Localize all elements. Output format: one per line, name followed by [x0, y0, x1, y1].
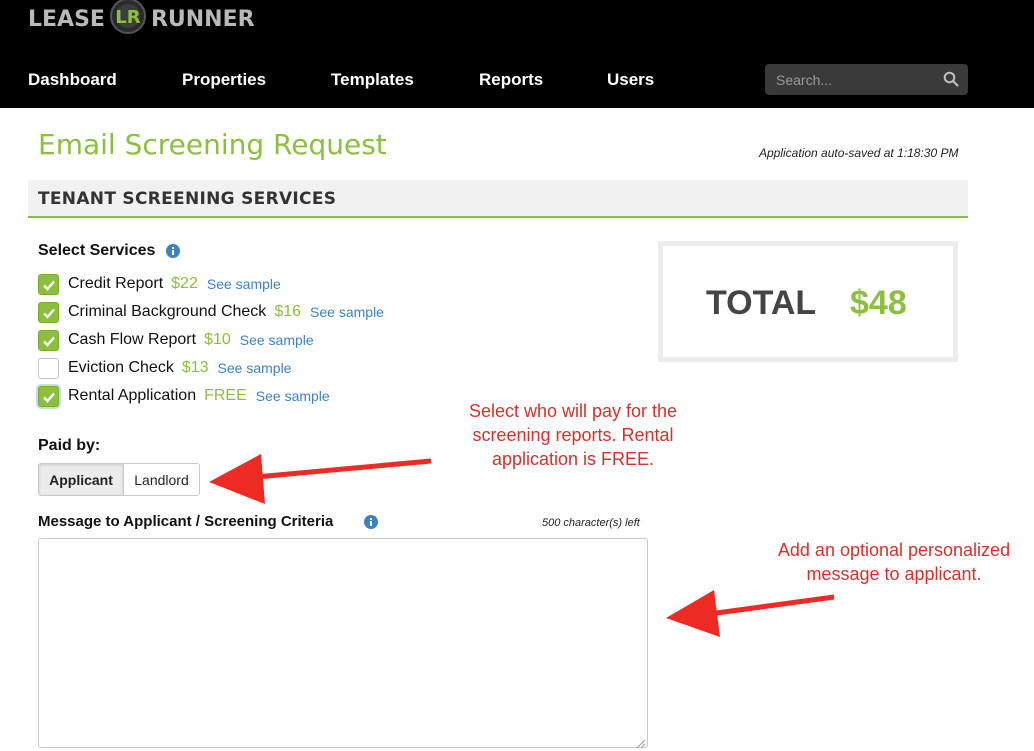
see-sample-link[interactable]: See sample — [256, 388, 330, 404]
message-textarea[interactable] — [38, 538, 648, 748]
top-navigation-bar: LEASE LR RUNNER Dashboard Properties Tem… — [0, 0, 1034, 108]
arrow-to-paid-by-icon — [209, 454, 432, 504]
nav-users[interactable]: Users — [607, 70, 654, 90]
service-name: Cash Flow Report — [68, 331, 197, 348]
annotation-line: message to applicant. — [806, 564, 982, 584]
service-price: $13 — [181, 359, 209, 376]
logo-text-runner: RUNNER — [150, 6, 255, 32]
leaserunner-logo[interactable]: LEASE LR RUNNER — [28, 0, 255, 38]
paid-by-applicant-button[interactable]: Applicant — [39, 464, 124, 495]
cash-flow-checkbox[interactable] — [38, 329, 59, 351]
search-box — [765, 64, 968, 95]
annotation-line: application is FREE. — [491, 449, 655, 469]
rental-application-checkbox[interactable] — [38, 385, 59, 407]
nav-dashboard[interactable]: Dashboard — [28, 70, 117, 90]
service-name: Criminal Background Check — [68, 303, 267, 320]
credit-report-checkbox[interactable] — [38, 273, 59, 295]
info-icon[interactable] — [166, 244, 180, 258]
paid-by-annotation: Select who will pay for the screening re… — [440, 399, 706, 471]
paid-by-toggle: Applicant Landlord — [38, 463, 200, 496]
see-sample-link[interactable]: See sample — [218, 360, 292, 376]
see-sample-link[interactable]: See sample — [207, 276, 281, 292]
annotation-line: Add an optional personalized — [777, 540, 1011, 560]
service-price: $16 — [274, 303, 302, 320]
nav-reports[interactable]: Reports — [479, 70, 543, 90]
criminal-background-checkbox[interactable] — [38, 301, 59, 323]
service-row-rental-application: Rental Application FREE See sample — [38, 385, 330, 407]
paid-by-landlord-button[interactable]: Landlord — [124, 464, 199, 495]
search-icon[interactable] — [943, 71, 959, 87]
service-row-cash-flow: Cash Flow Report $10 See sample — [38, 329, 314, 351]
arrow-to-message-icon — [666, 590, 835, 637]
paid-by-label: Paid by: — [38, 437, 101, 454]
service-name: Rental Application — [68, 387, 197, 404]
logo-badge-letters: LR — [115, 7, 140, 28]
logo-text-lease: LEASE — [28, 6, 105, 32]
service-row-eviction-check: Eviction Check $13 See sample — [38, 357, 291, 379]
service-name: Credit Report — [68, 275, 164, 292]
annotation-line: screening reports. Rental — [472, 425, 674, 445]
search-input[interactable] — [765, 64, 935, 95]
service-price: FREE — [204, 387, 247, 404]
service-name: Eviction Check — [68, 359, 174, 376]
total-panel: TOTAL $48 — [658, 241, 958, 362]
resize-grip-icon[interactable] — [636, 736, 646, 749]
section-header: TENANT SCREENING SERVICES — [28, 180, 968, 218]
message-annotation: Add an optional personalized message to … — [758, 538, 1030, 586]
section-title: TENANT SCREENING SERVICES — [38, 189, 337, 209]
see-sample-link[interactable]: See sample — [310, 304, 384, 320]
autosave-status: Application auto-saved at 1:18:30 PM — [759, 146, 959, 160]
eviction-check-checkbox[interactable] — [38, 357, 59, 379]
service-price: $22 — [171, 275, 198, 292]
page-title: Email Screening Request — [38, 128, 387, 161]
service-row-criminal-background: Criminal Background Check $16 See sample — [38, 301, 384, 323]
nav-properties[interactable]: Properties — [182, 70, 266, 90]
total-value: $48 — [850, 284, 907, 322]
message-label: Message to Applicant / Screening Criteri… — [38, 513, 334, 530]
see-sample-link[interactable]: See sample — [240, 332, 314, 348]
main-nav: Dashboard Properties Templates Reports U… — [0, 62, 700, 100]
nav-templates[interactable]: Templates — [331, 70, 414, 90]
total-label: TOTAL — [706, 284, 817, 322]
annotation-line: Select who will pay for the — [468, 401, 678, 421]
service-row-credit-report: Credit Report $22 See sample — [38, 273, 281, 295]
logo-badge-icon: LR — [106, 0, 150, 38]
select-services-label: Select Services — [38, 242, 156, 259]
info-icon[interactable] — [364, 515, 378, 529]
character-counter: 500 character(s) left — [542, 517, 640, 529]
service-price: $10 — [204, 331, 231, 348]
